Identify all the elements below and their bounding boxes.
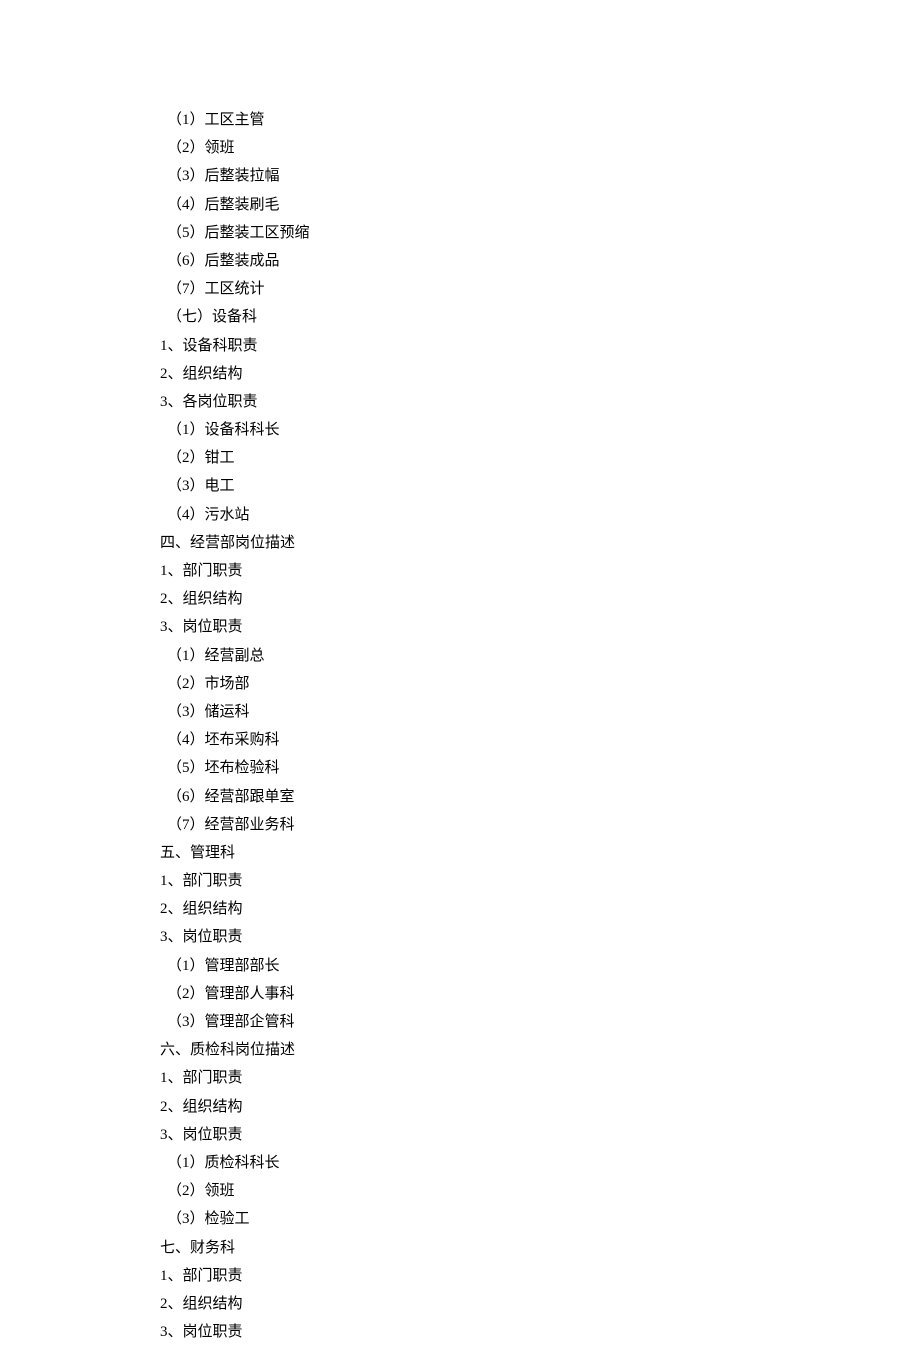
outline-line: （2）领班	[160, 134, 920, 162]
outline-line: （1）质检科科长	[160, 1149, 920, 1177]
outline-line: 四、经营部岗位描述	[160, 529, 920, 557]
outline-line: （6）后整装成品	[160, 247, 920, 275]
outline-line: （5）后整装工区预缩	[160, 219, 920, 247]
outline-line: 1、部门职责	[160, 557, 920, 585]
outline-line: （2）管理部人事科	[160, 980, 920, 1008]
outline-line: （2）领班	[160, 1177, 920, 1205]
outline-line: 2、组织结构	[160, 895, 920, 923]
outline-line: （6）经营部跟单室	[160, 783, 920, 811]
outline-line: 3、岗位职责	[160, 923, 920, 951]
outline-line: 1、设备科职责	[160, 332, 920, 360]
outline-line: （3）电工	[160, 472, 920, 500]
outline-line: 3、岗位职责	[160, 1121, 920, 1149]
outline-line: 七、财务科	[160, 1234, 920, 1262]
outline-line: 3、各岗位职责	[160, 388, 920, 416]
outline-line: 2、组织结构	[160, 1093, 920, 1121]
outline-line: （4）坯布采购科	[160, 726, 920, 754]
outline-line: （2）市场部	[160, 670, 920, 698]
outline-line: （七）设备科	[160, 303, 920, 331]
outline-line: （3）管理部企管科	[160, 1008, 920, 1036]
outline-line: 2、组织结构	[160, 585, 920, 613]
outline-line: 五、管理科	[160, 839, 920, 867]
outline-line: 2、组织结构	[160, 360, 920, 388]
outline-line: （1）设备科科长	[160, 416, 920, 444]
outline-line: （1）管理部部长	[160, 952, 920, 980]
outline-line: （5）坯布检验科	[160, 754, 920, 782]
outline-line: 1、部门职责	[160, 1064, 920, 1092]
outline-line: 3、岗位职责	[160, 613, 920, 641]
outline-line: （7）工区统计	[160, 275, 920, 303]
outline-line: 3、岗位职责	[160, 1318, 920, 1346]
outline-content: （1）工区主管（2）领班（3）后整装拉幅（4）后整装刷毛（5）后整装工区预缩（6…	[160, 106, 920, 1346]
outline-line: （3）储运科	[160, 698, 920, 726]
outline-line: （2）钳工	[160, 444, 920, 472]
outline-line: 六、质检科岗位描述	[160, 1036, 920, 1064]
outline-line: 1、部门职责	[160, 1262, 920, 1290]
outline-line: （7）经营部业务科	[160, 811, 920, 839]
document-page: （1）工区主管（2）领班（3）后整装拉幅（4）后整装刷毛（5）后整装工区预缩（6…	[0, 0, 920, 1346]
outline-line: （4）后整装刷毛	[160, 191, 920, 219]
outline-line: （3）后整装拉幅	[160, 162, 920, 190]
outline-line: （1）工区主管	[160, 106, 920, 134]
outline-line: （1）经营副总	[160, 642, 920, 670]
outline-line: （3）检验工	[160, 1205, 920, 1233]
outline-line: 2、组织结构	[160, 1290, 920, 1318]
outline-line: 1、部门职责	[160, 867, 920, 895]
outline-line: （4）污水站	[160, 501, 920, 529]
